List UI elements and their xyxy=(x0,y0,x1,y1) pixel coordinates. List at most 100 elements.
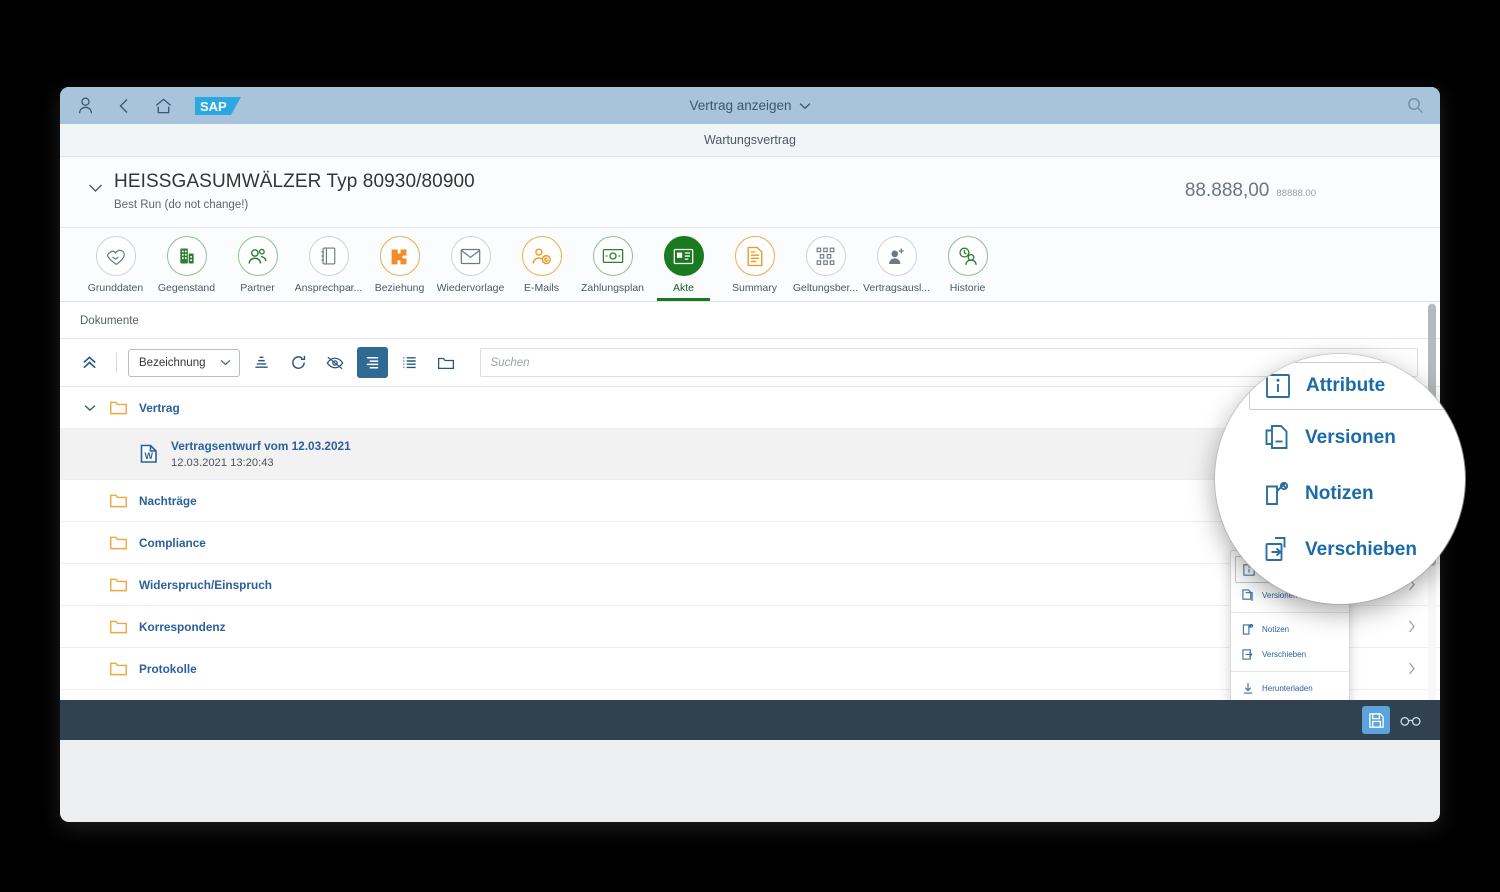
save-button[interactable] xyxy=(1362,706,1390,734)
tab-label: Wiedervorlage xyxy=(436,282,505,294)
tab-label: Historie xyxy=(949,282,986,294)
sap-logo[interactable]: SAP xyxy=(195,95,243,117)
file-card-icon xyxy=(663,236,704,276)
shell-bar-right-group xyxy=(1404,95,1426,117)
tree-row-label: Vertragsentwurf vom 12.03.2021 xyxy=(171,439,351,453)
collapse-all-icon[interactable] xyxy=(74,347,105,378)
tab-ansprechpartner[interactable]: Ansprechpar... xyxy=(293,236,364,301)
tab-akte[interactable]: Akte xyxy=(648,236,719,301)
page-title: HEISSGASUMWÄLZER Typ 80930/80900 xyxy=(114,171,475,192)
shell-bar: SAP Vertrag anzeigen xyxy=(60,87,1440,124)
puzzle-icon xyxy=(379,236,420,276)
magnified-menu-item-verschieben[interactable]: Verschieben xyxy=(1263,522,1465,578)
detail-view-icon[interactable] xyxy=(356,347,388,378)
list-view-icon[interactable] xyxy=(394,347,425,378)
shell-title-text: Vertrag anzeigen xyxy=(689,98,792,113)
context-menu-item-herunterladen[interactable]: Herunterladen xyxy=(1231,676,1349,700)
shell-title-group[interactable]: Vertrag anzeigen xyxy=(60,98,1440,113)
folder-icon xyxy=(109,576,128,593)
context-menu-item-verschieben[interactable]: Verschieben xyxy=(1231,642,1349,667)
magnifier-lens: Attribute Versionen Notizen Verschieben xyxy=(1215,354,1465,604)
add-person-icon xyxy=(876,236,917,276)
tree-row-label: Protokolle xyxy=(139,661,197,676)
tab-label: Beziehung xyxy=(374,282,425,294)
magnified-menu-label: Verschieben xyxy=(1305,539,1417,560)
envelope-icon xyxy=(450,236,491,276)
amount-secondary-value: 88888.00 xyxy=(1276,188,1316,199)
tree-row-label: Korrespondenz xyxy=(139,619,226,634)
tab-wiedervorlage[interactable]: Wiedervorlage xyxy=(435,236,506,301)
context-menu-item-notizen[interactable]: Notizen xyxy=(1231,617,1349,642)
tab-label: Summary xyxy=(732,282,777,294)
sort-by-select[interactable]: Bezeichnung xyxy=(128,348,240,377)
tab-gegenstand[interactable]: Gegenstand xyxy=(151,236,222,301)
tab-label: Vertragsausl... xyxy=(862,282,931,294)
tab-label: Grunddaten xyxy=(87,282,144,294)
toolbar-separator xyxy=(116,352,117,373)
tree-row-timestamp: 12.03.2021 13:20:43 xyxy=(171,457,274,469)
magnifier-content: Attribute Versionen Notizen Verschieben xyxy=(1215,354,1465,604)
tree-row-texts: Vertragsentwurf vom 12.03.2021 12.03.202… xyxy=(171,439,351,469)
tab-beziehung[interactable]: Beziehung xyxy=(364,236,435,301)
sort-by-value: Bezeichnung xyxy=(139,356,206,369)
screenshot-stage: SAP Vertrag anzeigen Wartungsvertrag HEI… xyxy=(0,0,1500,892)
shell-bar-left-group: SAP xyxy=(74,95,243,117)
chevron-down-icon xyxy=(220,359,231,366)
network-icon xyxy=(805,236,846,276)
versions-icon xyxy=(1263,424,1291,452)
folder-icon xyxy=(109,534,128,551)
folder-icon xyxy=(109,618,128,635)
search-placeholder: Suchen xyxy=(490,356,530,369)
tab-label: Zahlungsplan xyxy=(580,282,645,294)
magnified-menu-item-attribute[interactable]: Attribute xyxy=(1249,362,1451,410)
info-icon xyxy=(1264,372,1292,400)
magnified-menu-label: Versionen xyxy=(1305,427,1396,448)
row-navigate-chevron-icon[interactable] xyxy=(1408,620,1416,633)
tab-geltungsbereich[interactable]: Geltungsber... xyxy=(790,236,861,301)
word-document-icon: W xyxy=(138,442,160,466)
refresh-icon[interactable] xyxy=(283,347,314,378)
people-icon xyxy=(237,236,278,276)
svg-text:SAP: SAP xyxy=(200,99,227,114)
tab-historie[interactable]: Historie xyxy=(932,236,1003,301)
move-icon xyxy=(1263,536,1291,564)
home-icon[interactable] xyxy=(152,95,174,117)
tab-emails[interactable]: E-Mails xyxy=(506,236,577,301)
magnified-menu-item-versionen[interactable]: Versionen xyxy=(1263,410,1465,466)
tab-grunddaten[interactable]: Grunddaten xyxy=(80,236,151,301)
context-menu-separator xyxy=(1231,671,1349,672)
download-icon xyxy=(1241,682,1254,695)
folder-icon xyxy=(109,492,128,509)
magnified-menu-item-notizen[interactable]: Notizen xyxy=(1263,466,1465,522)
magnified-menu-label: Notizen xyxy=(1305,483,1374,504)
folder-icon[interactable] xyxy=(431,347,462,378)
search-icon[interactable] xyxy=(1404,95,1426,117)
back-icon[interactable] xyxy=(113,95,135,117)
icon-tab-bar: Grunddaten Gegenstand Partner Ansprechpa… xyxy=(60,228,1440,302)
hide-eye-icon[interactable] xyxy=(320,347,351,378)
folder-icon xyxy=(109,660,128,677)
folder-icon xyxy=(109,399,128,416)
context-menu-label: Verschieben xyxy=(1262,650,1307,659)
tab-zahlungsplan[interactable]: Zahlungsplan xyxy=(577,236,648,301)
chevron-down-icon xyxy=(799,102,811,110)
tab-label: Akte xyxy=(672,282,694,294)
tab-label: Geltungsber... xyxy=(792,282,859,294)
expand-chevron-icon[interactable] xyxy=(80,398,100,418)
user-icon[interactable] xyxy=(74,95,96,117)
history-person-icon xyxy=(947,236,988,276)
tree-row-label: Widerspruch/Einspruch xyxy=(139,577,272,592)
svg-text:W: W xyxy=(145,451,154,461)
tab-partner[interactable]: Partner xyxy=(222,236,293,301)
header-collapse-chevron-icon[interactable] xyxy=(84,177,106,199)
tab-vertragsauslauf[interactable]: Vertragsausl... xyxy=(861,236,932,301)
tab-label: Ansprechpar... xyxy=(294,282,363,294)
context-menu-label: Herunterladen xyxy=(1262,684,1313,693)
glasses-icon[interactable] xyxy=(1396,706,1424,734)
tab-label: Gegenstand xyxy=(157,282,216,294)
row-navigate-chevron-icon[interactable] xyxy=(1408,662,1416,675)
note-pin-icon xyxy=(1263,480,1291,508)
sort-icon[interactable] xyxy=(246,347,277,378)
tab-summary[interactable]: Summary xyxy=(719,236,790,301)
document-icon xyxy=(734,236,775,276)
